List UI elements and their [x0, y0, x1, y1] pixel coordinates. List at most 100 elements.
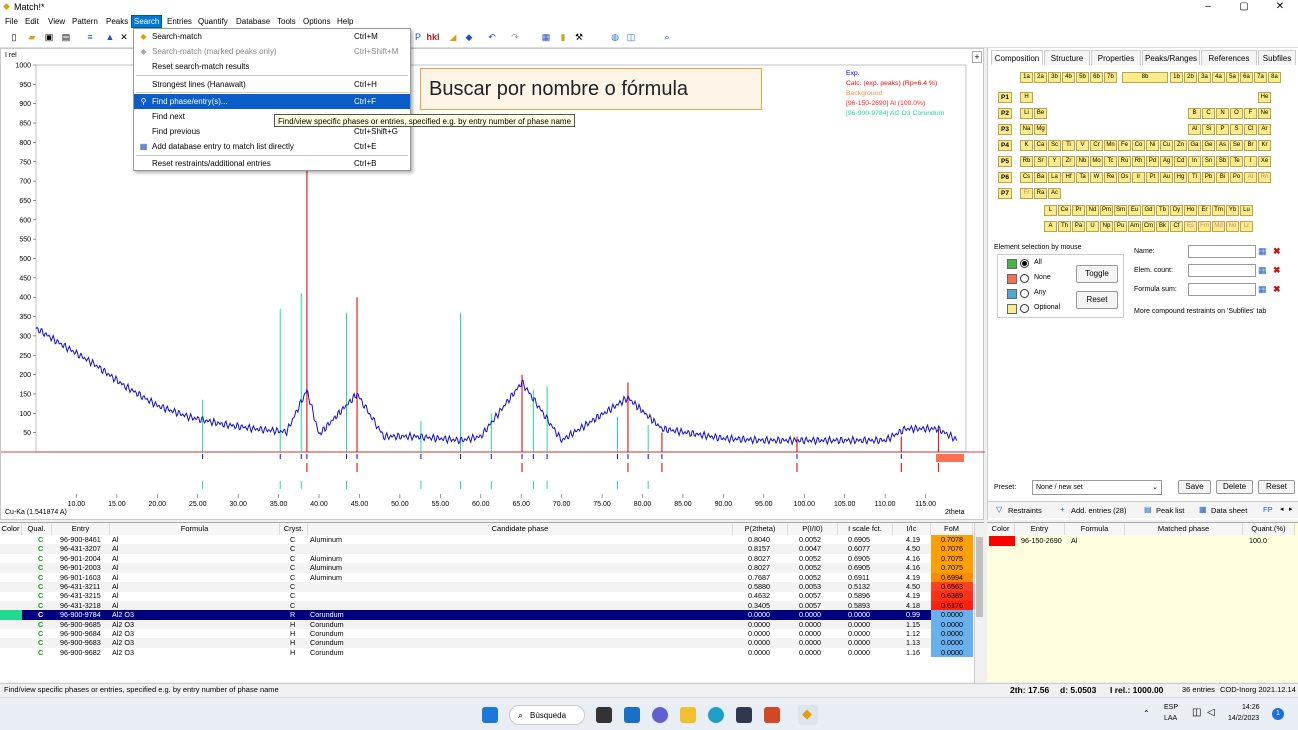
lanthanide-tb[interactable]: Tb: [1156, 205, 1169, 216]
tab-structure[interactable]: Structure: [1044, 50, 1090, 65]
element-ti[interactable]: Ti: [1062, 140, 1075, 151]
toggle-button[interactable]: Toggle: [1076, 265, 1118, 283]
menu-pattern[interactable]: Pattern: [70, 16, 100, 27]
lanthanide-ho[interactable]: Ho: [1184, 205, 1197, 216]
lanthanide-tm[interactable]: Tm: [1212, 205, 1225, 216]
element-be[interactable]: Be: [1034, 108, 1047, 119]
element-hf[interactable]: Hf: [1062, 172, 1075, 183]
name-lookup-icon[interactable]: ▦: [1258, 246, 1267, 257]
menu-tools[interactable]: Tools: [275, 16, 298, 27]
task-view-icon[interactable]: [596, 707, 612, 723]
table-row[interactable]: C 96-431-3215 Al C 0.4632 0.0057 0.5896 4.19 0.6…: [0, 591, 973, 601]
element-pd[interactable]: Pd: [1146, 156, 1159, 167]
all-radio[interactable]: [1020, 259, 1029, 268]
group-header-7a[interactable]: 7a: [1254, 72, 1267, 83]
period-p7[interactable]: P7: [998, 188, 1012, 199]
notification-badge[interactable]: 1: [1272, 708, 1284, 720]
formula-sum-clear-icon[interactable]: ✖: [1273, 284, 1281, 295]
menu-options[interactable]: Options: [301, 16, 333, 27]
tab-fp[interactable]: FP: [1263, 505, 1273, 514]
menu-item-search-match-marked[interactable]: ◆ Search-match (marked peaks only) Ctrl+Sh…: [134, 44, 410, 59]
group-header-8a[interactable]: 8a: [1268, 72, 1281, 83]
element-hg[interactable]: Hg: [1174, 172, 1187, 183]
edge-icon[interactable]: [708, 707, 724, 723]
actinide-cf[interactable]: Cf: [1170, 221, 1183, 232]
element-ge[interactable]: Ge: [1202, 140, 1215, 151]
element-si[interactable]: Si: [1202, 124, 1215, 135]
maximize-button[interactable]: ▢: [1226, 0, 1262, 14]
element-ac[interactable]: Ac: [1048, 188, 1061, 199]
menu-item-hanawalt[interactable]: Strongest lines (Hanawalt) Ctrl+H: [134, 77, 410, 92]
matched-column-header[interactable]: Formula: [1065, 523, 1125, 535]
speaker-icon[interactable]: ◁: [1207, 707, 1215, 718]
close-button[interactable]: ✕: [1262, 0, 1298, 14]
element-zr[interactable]: Zr: [1062, 156, 1075, 167]
chevron-up-icon[interactable]: ⌃: [1143, 709, 1150, 718]
group-header-2b[interactable]: 2b: [1184, 72, 1197, 83]
element-sr[interactable]: Sr: [1034, 156, 1047, 167]
element-li[interactable]: Li: [1020, 108, 1033, 119]
table-scrollbar[interactable]: [974, 523, 984, 683]
globe-icon[interactable]: ◍: [609, 32, 621, 43]
file-explorer-icon[interactable]: [680, 707, 696, 723]
element-as[interactable]: As: [1216, 140, 1229, 151]
element-ir[interactable]: Ir: [1132, 172, 1145, 183]
matched-column-header[interactable]: Color: [987, 523, 1015, 535]
tabs-right-arrow[interactable]: ▸: [1289, 505, 1293, 513]
element-ag[interactable]: Ag: [1160, 156, 1173, 167]
tab-peaks-ranges[interactable]: Peaks/Ranges: [1142, 50, 1200, 65]
element-ta[interactable]: Ta: [1076, 172, 1089, 183]
lanthanide-gd[interactable]: Gd: [1142, 205, 1155, 216]
table-row[interactable]: C 96-901-1603 Al C Aluminum 0.7687 0.0052 0.691…: [0, 572, 973, 583]
tab-add-entries[interactable]: Add. entries (28): [1071, 506, 1126, 515]
menu-database[interactable]: Database: [234, 16, 272, 27]
element-co[interactable]: Co: [1132, 140, 1145, 151]
column-header[interactable]: P(2theta): [733, 523, 788, 535]
element-mo[interactable]: Mo: [1090, 156, 1103, 167]
element-v[interactable]: V: [1076, 140, 1089, 151]
column-header[interactable]: Cryst.: [280, 523, 308, 535]
element-po[interactable]: Po: [1230, 172, 1243, 183]
menu-item-find-phase[interactable]: ⚲ Find phase/entry(s)... Ctrl+F: [134, 94, 410, 109]
element-ar[interactable]: Ar: [1258, 124, 1271, 135]
column-header[interactable]: P(I/I0): [788, 523, 838, 535]
any-radio[interactable]: [1020, 289, 1029, 298]
element-c[interactable]: C: [1202, 108, 1215, 119]
optional-radio[interactable]: [1020, 304, 1029, 313]
lanthanide-yb[interactable]: Yb: [1226, 205, 1239, 216]
lanthanide-nd[interactable]: Nd: [1086, 205, 1099, 216]
lanthanide-pr[interactable]: Pr: [1072, 205, 1085, 216]
menu-entries[interactable]: Entries: [165, 16, 194, 27]
element-ra[interactable]: Ra: [1034, 188, 1047, 199]
actinide-no[interactable]: No: [1226, 221, 1239, 232]
element-w[interactable]: W: [1090, 172, 1103, 183]
element-ba[interactable]: Ba: [1034, 172, 1047, 183]
element-se[interactable]: Se: [1230, 140, 1243, 151]
menu-item-reset-results[interactable]: Reset search-match results: [134, 59, 410, 74]
delete-preset-button[interactable]: Delete: [1216, 480, 1253, 494]
elem-count-input[interactable]: [1188, 264, 1256, 277]
formula-sum-input[interactable]: [1188, 283, 1256, 296]
element-fe[interactable]: Fe: [1118, 140, 1131, 151]
menu-item-search-match[interactable]: ◆ Search-match Ctrl+M: [134, 29, 410, 44]
element-sb[interactable]: Sb: [1216, 156, 1229, 167]
add-plot-button[interactable]: +: [972, 51, 982, 63]
actinide-es[interactable]: Es: [1184, 221, 1197, 232]
tools-icon[interactable]: ⚒: [573, 32, 585, 43]
tabs-left-arrow[interactable]: ◂: [1280, 505, 1284, 513]
lanthanide-er[interactable]: Er: [1198, 205, 1211, 216]
element-os[interactable]: Os: [1118, 172, 1131, 183]
element-b[interactable]: B: [1188, 108, 1201, 119]
open-folder-icon[interactable]: ▰: [26, 32, 38, 43]
actinide-np[interactable]: Np: [1100, 221, 1113, 232]
undo-icon[interactable]: ↶: [486, 32, 498, 43]
group-header-8b[interactable]: 8b: [1122, 72, 1168, 83]
menu-item-reset-restraints[interactable]: Reset restraints/additional entries Ctrl+…: [134, 156, 410, 171]
element-sc[interactable]: Sc: [1048, 140, 1061, 151]
group-header-4b[interactable]: 4b: [1062, 72, 1075, 83]
menu-view[interactable]: View: [46, 16, 67, 27]
element-br[interactable]: Br: [1244, 140, 1257, 151]
element-ga[interactable]: Ga: [1188, 140, 1201, 151]
group-header-7b[interactable]: 7b: [1104, 72, 1117, 83]
table-row[interactable]: C 96-431-3207 Al C 0.8157 0.0047 0.6077 4.50 0.7…: [0, 544, 973, 554]
